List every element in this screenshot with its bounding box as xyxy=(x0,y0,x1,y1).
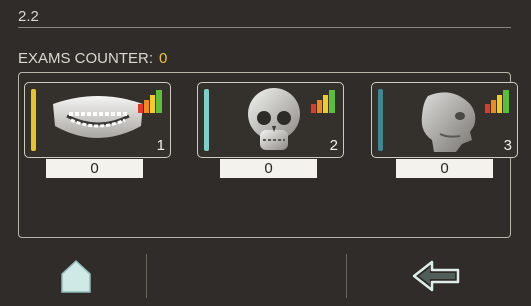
exam-counter-screen: 2.2 EXAMS COUNTER: 0 1 0 2 0 3 0 xyxy=(0,0,531,306)
back-button[interactable] xyxy=(408,254,464,298)
exam-card-panoramic[interactable]: 1 xyxy=(24,82,171,158)
exam-count-field: 0 xyxy=(46,159,143,178)
nav-divider xyxy=(146,254,147,298)
head-lateral-icon xyxy=(421,92,476,152)
exam-count-field: 0 xyxy=(396,159,493,178)
exam-color-stripe xyxy=(204,89,209,151)
exam-number: 2 xyxy=(329,137,338,154)
skull-frontal-icon xyxy=(248,88,300,150)
exam-count-field: 0 xyxy=(220,159,317,178)
exam-number: 3 xyxy=(503,137,512,154)
exam-color-stripe xyxy=(378,89,383,151)
back-arrow-icon xyxy=(412,260,460,292)
exam-number: 1 xyxy=(156,137,165,154)
exam-card-skull-lateral[interactable]: 3 xyxy=(371,82,518,158)
exams-counter-value: 0 xyxy=(159,50,168,67)
exams-counter-label: EXAMS COUNTER: xyxy=(18,50,154,67)
jaw-icon xyxy=(53,96,143,138)
nav-divider xyxy=(346,254,347,298)
exam-color-stripe xyxy=(31,89,36,151)
signal-bars-icon xyxy=(485,90,509,113)
exam-card-skull-frontal[interactable]: 2 xyxy=(197,82,344,158)
version-label: 2.2 xyxy=(18,8,39,25)
signal-bars-icon xyxy=(311,90,335,113)
home-button[interactable] xyxy=(52,254,100,298)
exams-counter: EXAMS COUNTER: 0 xyxy=(18,50,167,67)
header-divider xyxy=(18,27,511,28)
home-icon xyxy=(61,259,91,293)
signal-bars-icon xyxy=(138,90,162,113)
